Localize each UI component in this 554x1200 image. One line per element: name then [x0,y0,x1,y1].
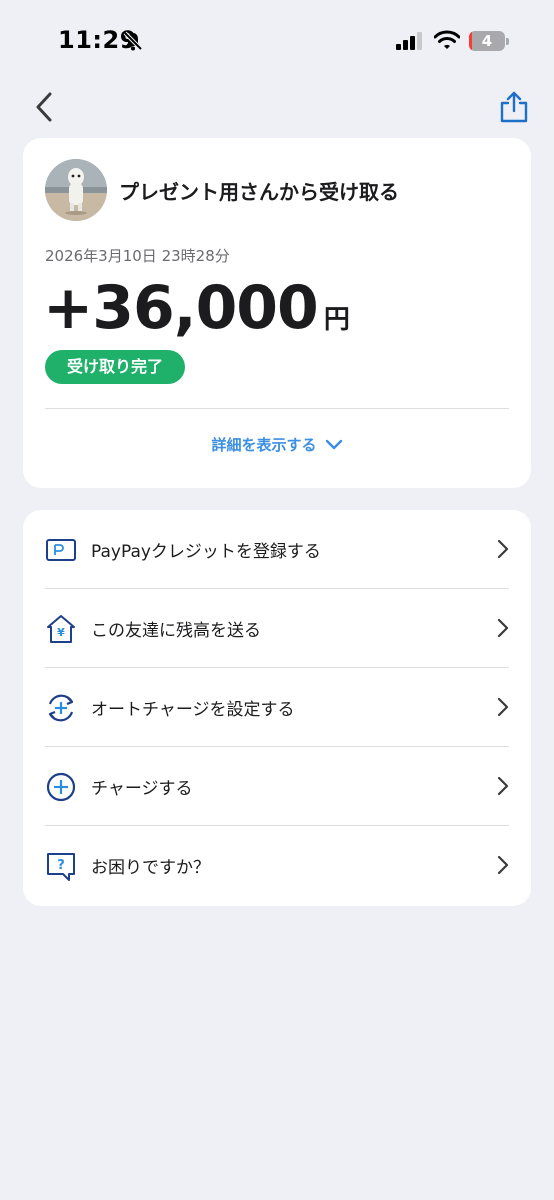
chevron-right-icon [497,697,509,717]
share-button[interactable] [498,90,530,124]
battery-indicator: 4 [469,31,509,51]
sender-avatar[interactable] [45,159,107,221]
cellular-signal-icon [396,32,422,50]
show-details-label: 詳細を表示する [211,436,317,454]
amount-row: +36,000 円 [43,273,350,343]
menu-item-label: この友達に残高を送る [91,621,261,641]
menu-item-charge[interactable]: チャージする [23,747,531,826]
amount-value: +36,000 [43,273,319,343]
menu-item-send-balance[interactable]: ¥ この友達に残高を送る [23,589,531,668]
credit-card-icon [46,539,76,561]
menu-item-label: お困りですか？ [91,858,210,878]
menu-item-label: チャージする [91,779,193,799]
auto-charge-icon [48,694,74,722]
menu-item-help[interactable]: ? お困りですか？ [23,826,531,905]
chevron-left-icon [36,92,52,122]
transaction-title: プレゼント用さんから受け取る [119,180,399,204]
divider [45,408,509,409]
svg-text:?: ? [57,858,65,873]
status-bar: 11:29 4 [0,0,554,84]
bell-muted-icon [123,31,143,51]
help-bubble-icon: ? [47,853,75,881]
wifi-icon [434,30,460,49]
battery-level: 4 [481,32,493,50]
menu-item-auto-charge[interactable]: オートチャージを設定する [23,668,531,747]
show-details-button[interactable]: 詳細を表示する [23,434,531,460]
avatar-photo [45,159,107,221]
menu-item-register-credit[interactable]: PayPayクレジットを登録する [23,510,531,589]
chevron-right-icon [497,776,509,796]
chevron-down-icon [325,439,342,449]
transaction-date: 2026年3月10日 23時28分 [45,247,230,265]
transaction-summary-card: プレゼント用さんから受け取る 2026年3月10日 23時28分 +36,000… [23,138,531,488]
status-badge: 受け取り完了 [45,350,186,384]
battery-body: 4 [469,31,505,51]
yen-house-icon: ¥ [47,615,75,643]
chevron-right-icon [497,618,509,638]
chevron-right-icon [497,539,509,559]
back-button[interactable] [30,90,62,124]
actions-menu-card: PayPayクレジットを登録する ¥ この友達に残高を送る オートチャージを設定… [23,510,531,906]
svg-text:¥: ¥ [57,626,65,639]
menu-item-label: オートチャージを設定する [91,700,295,720]
chevron-right-icon [497,855,509,875]
share-icon [500,91,528,123]
amount-unit: 円 [323,305,350,335]
menu-item-label: PayPayクレジットを登録する [91,542,321,562]
battery-tip [506,38,509,45]
plus-circle-icon [46,772,76,802]
